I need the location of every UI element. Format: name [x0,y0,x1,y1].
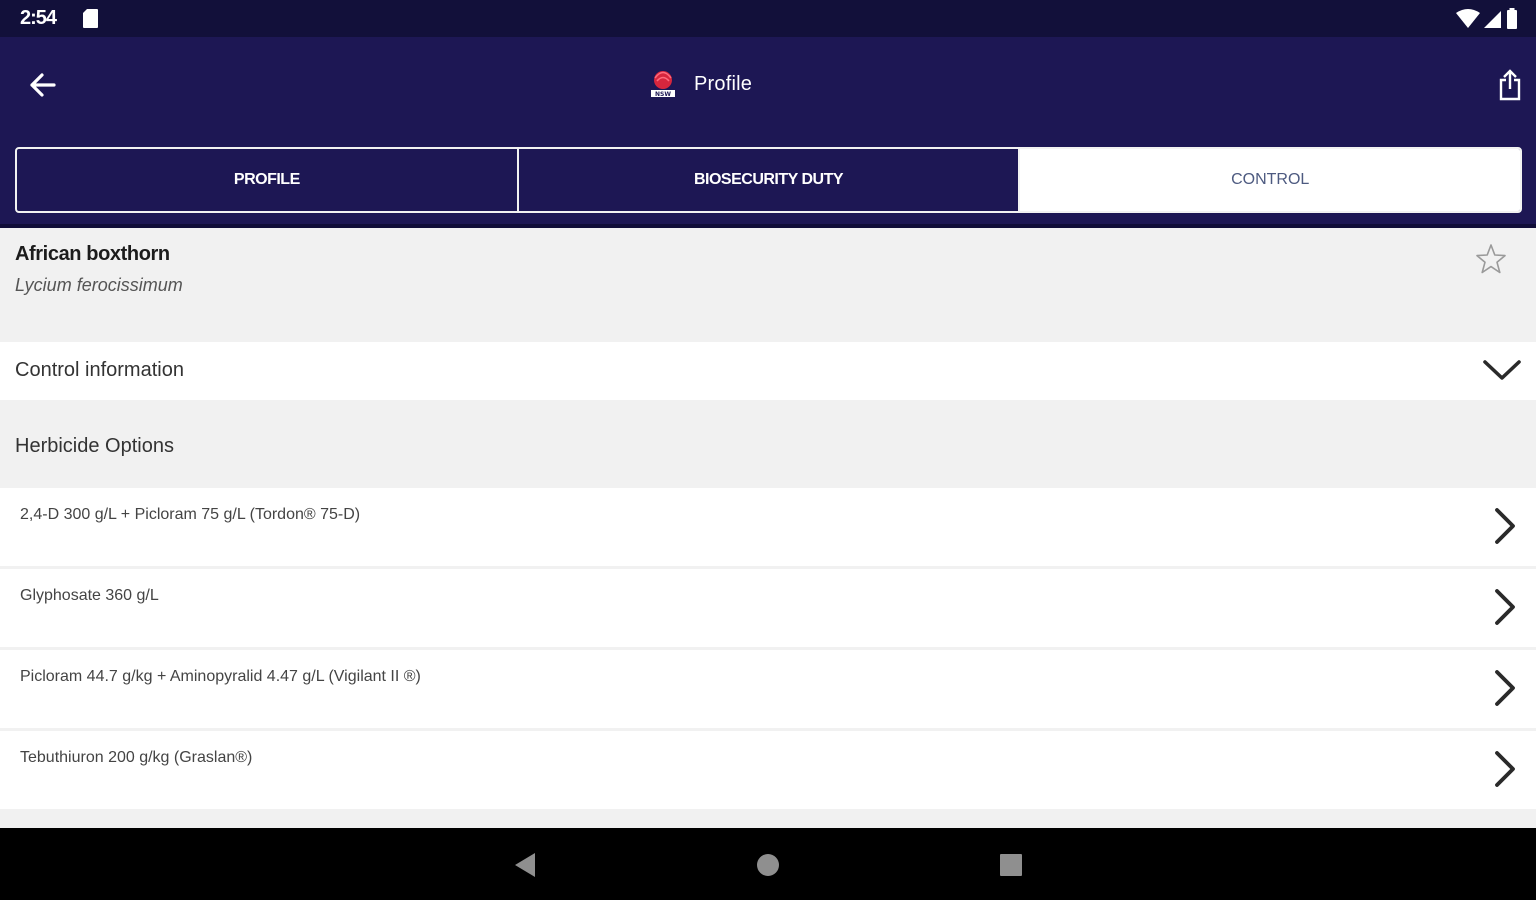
app-bar: NSW Profile PROFILE BIOSECURITY DUTY CON… [0,37,1536,228]
svg-text:NSW: NSW [655,91,671,98]
list-item-label: 2,4-D 300 g/L + Picloram 75 g/L (Tordon®… [20,506,361,523]
herbicide-options-title: Herbicide Options [15,435,174,457]
status-icons [1456,8,1518,30]
back-button[interactable] [22,65,62,105]
favorite-star-icon[interactable] [1474,242,1508,276]
arrow-left-icon [30,73,56,97]
chevron-right-icon [1495,670,1515,706]
sd-card-icon [83,9,98,28]
system-navigation-bar [0,828,1536,900]
nsw-logo-icon: NSW [651,71,675,98]
battery-icon [1507,8,1517,29]
herbicide-list: 2,4-D 300 g/L + Picloram 75 g/L (Tordon®… [0,488,1536,828]
herbicide-options-header: Herbicide Options [0,400,1536,488]
list-item-label: Tebuthiuron 200 g/kg (Graslan®) [20,749,253,766]
list-item[interactable]: Tebuthiuron 200 g/kg (Graslan®) [0,731,1536,809]
list-item[interactable]: Glyphosate 360 g/L [0,569,1536,647]
chevron-right-icon [1495,589,1515,625]
control-information-row[interactable]: Control information [0,342,1536,400]
nav-back-button[interactable] [508,848,542,882]
nav-recents-button[interactable] [994,848,1028,882]
chevron-right-icon [1495,508,1515,544]
title-group: NSW Profile [648,69,752,99]
species-common-name: African boxthorn [15,243,170,265]
wifi-icon [1456,9,1480,28]
species-latin-name: Lycium ferocissimum [15,275,183,295]
tab-profile[interactable]: PROFILE [17,149,517,211]
list-item-label: Glyphosate 360 g/L [20,587,159,604]
list-item-label: Picloram 44.7 g/kg + Aminopyralid 4.47 g… [20,668,421,685]
status-time: 2:54 [20,7,57,29]
status-bar: 2:54 [0,0,1536,37]
share-button[interactable] [1492,65,1528,105]
nav-home-button[interactable] [751,848,785,882]
species-header: African boxthorn Lycium ferocissimum [0,228,1536,342]
list-item[interactable]: 2,4-D 300 g/L + Picloram 75 g/L (Tordon®… [0,488,1536,566]
chevron-right-icon [1495,751,1515,787]
cell-signal-icon [1484,11,1501,28]
chevron-down-icon [1483,360,1521,380]
list-item[interactable]: Picloram 44.7 g/kg + Aminopyralid 4.47 g… [0,650,1536,728]
circle-home-icon [757,854,779,876]
control-information-label: Control information [15,359,184,381]
share-icon [1499,69,1521,101]
tab-biosecurity-duty[interactable]: BIOSECURITY DUTY [516,149,1019,211]
page-title: Profile [694,72,753,95]
triangle-back-icon [515,853,535,877]
square-recents-icon [1000,854,1022,876]
tab-bar: PROFILE BIOSECURITY DUTY CONTROL [15,147,1522,213]
tab-control[interactable]: CONTROL [1018,149,1520,211]
